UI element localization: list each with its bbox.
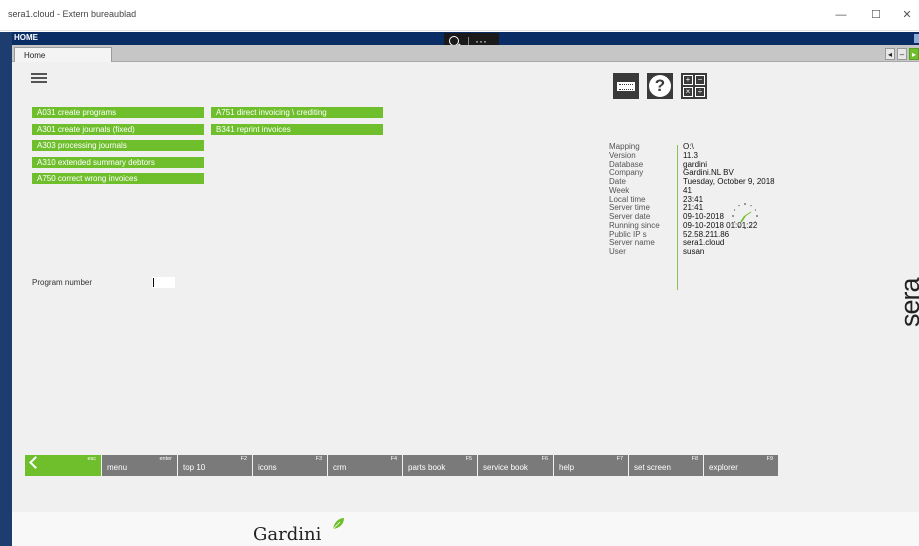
menu-button-a031[interactable]: A031 create programs	[32, 107, 204, 118]
calc-times: ×	[683, 87, 693, 97]
tab-home[interactable]: Home	[14, 47, 112, 62]
main-content: A031 create programs A301 create journal…	[12, 62, 919, 512]
fkey-label: service book	[483, 463, 528, 472]
leaf-icon	[332, 518, 344, 530]
fkey-label: parts book	[408, 463, 446, 472]
help-glyph: ?	[649, 75, 671, 97]
fkey-service-book[interactable]: service book F6	[477, 455, 553, 476]
hamburger-menu-icon[interactable]	[31, 73, 47, 83]
fkey-label: set screen	[634, 463, 671, 472]
help-icon[interactable]: ?	[647, 73, 673, 99]
close-button[interactable]: ✕	[899, 7, 915, 23]
fkey-shortcut: F7	[616, 456, 623, 462]
sera-logo: sera	[895, 278, 919, 327]
menu-button-a750[interactable]: A750 correct wrong invoices	[32, 173, 204, 184]
calculator-icon[interactable]: + − × ÷	[681, 73, 707, 99]
window-title: sera1.cloud - Extern bureaublad	[8, 9, 137, 19]
fkey-shortcut: esc	[87, 456, 96, 462]
fkey-set-screen[interactable]: set screen F8	[628, 455, 703, 476]
back-chevron-icon	[29, 456, 42, 469]
left-accent-strip	[0, 32, 12, 546]
menu-button-a310[interactable]: A310 extended summary debtors	[32, 157, 204, 168]
fkey-shortcut: F4	[390, 456, 397, 462]
fkey-explorer[interactable]: explorer F9	[703, 455, 778, 476]
fkey-shortcut: F8	[691, 456, 698, 462]
menu-button-b341[interactable]: B341 reprint invoices	[211, 124, 383, 135]
home-label: HOME	[14, 33, 38, 42]
fkey-shortcut: F9	[766, 456, 773, 462]
program-number-input[interactable]	[152, 277, 175, 288]
tab-strip: Home ◂ – ▸	[12, 45, 919, 62]
fkey-label: top 10	[183, 463, 206, 472]
minimize-button[interactable]: —	[833, 7, 849, 23]
fkey-top10[interactable]: top 10 F2	[177, 455, 252, 476]
fkey-crm[interactable]: crm F4	[327, 455, 402, 476]
menu-button-a751[interactable]: A751 direct invoicing \ crediting	[211, 107, 383, 118]
fkey-shortcut: F2	[240, 456, 247, 462]
keyboard-icon[interactable]	[613, 73, 639, 99]
fkey-shortcut: F3	[315, 456, 322, 462]
fkey-label: crm	[333, 463, 347, 472]
program-number-label: Program number	[32, 278, 93, 287]
fkey-label: help	[559, 463, 575, 472]
maximize-button[interactable]: ☐	[868, 7, 884, 23]
info-label: User	[609, 247, 626, 256]
menu-button-a301[interactable]: A301 create journals (fixed)	[32, 124, 204, 135]
footer: Gardini	[12, 512, 919, 546]
back-button[interactable]: esc	[25, 455, 101, 476]
clock-icon	[732, 203, 758, 229]
tab-scroll-right-icon[interactable]: ▸	[909, 48, 919, 60]
info-value: susan	[683, 247, 705, 256]
fkey-label: explorer	[709, 463, 738, 472]
fkey-shortcut: enter	[159, 456, 172, 462]
tab-close-icon[interactable]: –	[897, 48, 907, 60]
fkey-shortcut: F5	[465, 456, 472, 462]
fkey-help[interactable]: help F7	[553, 455, 628, 476]
fkey-parts-book[interactable]: parts book F5	[402, 455, 477, 476]
calc-minus: −	[695, 75, 705, 85]
calc-plus: +	[683, 75, 693, 85]
fkey-menu[interactable]: menu enter	[101, 455, 177, 476]
tab-scroll-left-icon[interactable]: ◂	[885, 48, 895, 60]
menu-button-a303[interactable]: A303 processing journals	[32, 140, 204, 151]
window-titlebar: sera1.cloud - Extern bureaublad — ☐ ✕	[0, 0, 919, 31]
fkey-shortcut: F6	[541, 456, 548, 462]
homebar-corner	[914, 34, 919, 43]
calc-divide: ÷	[695, 87, 705, 97]
info-value: Tuesday, October 9, 2018	[683, 177, 775, 186]
fkey-label: menu	[107, 463, 128, 472]
gardini-logo: Gardini	[253, 524, 322, 545]
fkey-icons[interactable]: icons F3	[252, 455, 327, 476]
fkey-label: icons	[258, 463, 277, 472]
